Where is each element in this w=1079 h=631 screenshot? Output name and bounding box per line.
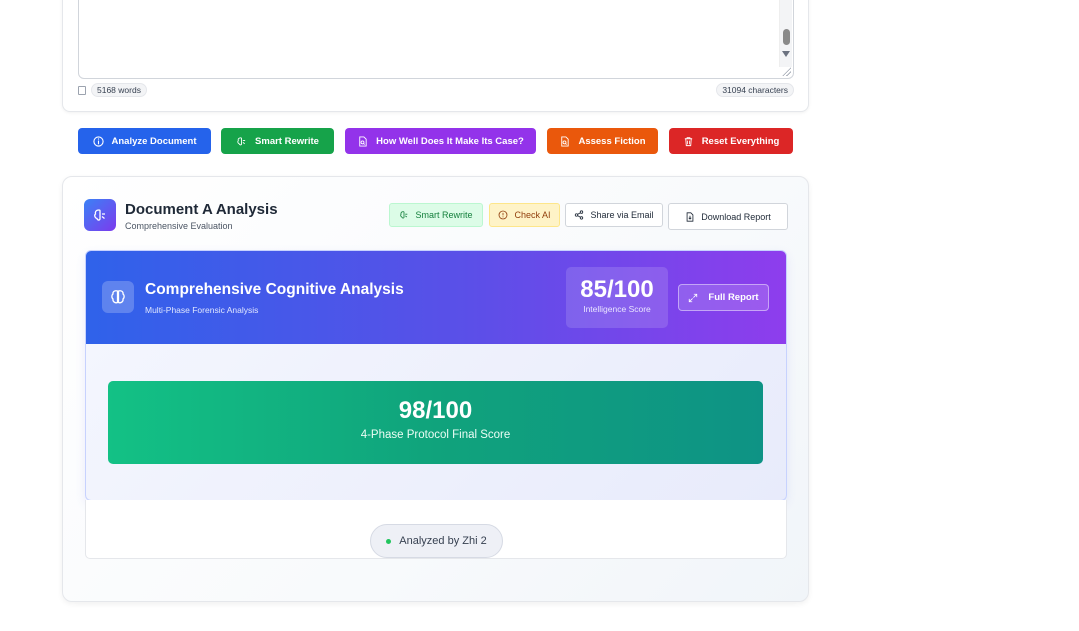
analyze-document-label: Analyze Document <box>111 135 197 147</box>
file-search-icon <box>359 135 367 147</box>
intelligence-score-label: Intelligence Score <box>583 304 651 314</box>
final-score-label: 4-Phase Protocol Final Score <box>360 429 511 441</box>
file-download-icon <box>686 211 694 222</box>
alert-circle-icon <box>499 210 508 220</box>
check-ai-button[interactable]: Check AI <box>489 203 560 227</box>
cognitive-analysis-banner: Comprehensive Cognitive Analysis Multi-P… <box>86 251 786 344</box>
brain-icon <box>102 281 134 313</box>
banner-title: Comprehensive Cognitive Analysis <box>145 281 404 298</box>
scroll-down-arrow-icon[interactable] <box>782 51 790 57</box>
header-smart-rewrite-label: Smart Rewrite <box>415 210 473 220</box>
word-count-badge: 5168 words <box>91 83 147 97</box>
info-icon <box>92 135 104 147</box>
check-ai-label: Check AI <box>514 210 551 220</box>
share-icon <box>575 210 584 220</box>
banner-subtitle: Multi-Phase Forensic Analysis <box>145 305 259 315</box>
header-smart-rewrite-button[interactable]: Smart Rewrite <box>389 203 483 227</box>
scrollbar-thumb[interactable] <box>783 29 790 45</box>
action-toolbar: Analyze Document Smart Rewrite How Well … <box>0 128 1079 154</box>
file-search-icon <box>561 135 570 147</box>
reset-everything-label: Reset Everything <box>701 135 780 147</box>
editor-footer: 5168 words 31094 characters <box>78 83 794 97</box>
final-score-value: 98/100 <box>398 397 473 424</box>
analyzed-by-label: Analyzed by Zhi 2 <box>399 535 487 547</box>
analyze-document-button[interactable]: Analyze Document <box>78 128 211 154</box>
character-count-badge: 31094 characters <box>716 83 794 97</box>
analyzed-by-badge: Analyzed by Zhi 2 <box>370 524 503 558</box>
cognitive-analysis-panel: Comprehensive Cognitive Analysis Multi-P… <box>85 250 787 501</box>
document-editor-card: 5168 words 31094 characters <box>62 0 809 112</box>
make-its-case-label: How Well Does It Make Its Case? <box>376 135 524 147</box>
analysis-title: Document A Analysis <box>125 201 278 218</box>
intelligence-score-box: 85/100 Intelligence Score <box>566 267 668 328</box>
download-report-button[interactable]: Download Report <box>668 203 788 230</box>
full-report-button[interactable]: Full Report <box>678 284 769 311</box>
intelligence-score-value: 85/100 <box>580 276 654 303</box>
final-score-card: 98/100 4-Phase Protocol Final Score <box>108 381 763 464</box>
assess-fiction-button[interactable]: Assess Fiction <box>547 128 658 154</box>
textarea-scrollbar[interactable] <box>779 0 792 67</box>
full-report-label: Full Report <box>708 292 759 303</box>
brain-icon <box>84 199 116 231</box>
brain-icon <box>237 136 246 145</box>
trash-icon <box>684 136 692 146</box>
document-analysis-card: Document A Analysis Comprehensive Evalua… <box>62 176 809 602</box>
brain-icon <box>400 211 408 219</box>
share-via-email-button[interactable]: Share via Email <box>565 203 663 227</box>
smart-rewrite-button[interactable]: Smart Rewrite <box>221 128 334 154</box>
assess-fiction-label: Assess Fiction <box>578 135 646 147</box>
resize-handle-icon[interactable] <box>781 66 791 76</box>
analysis-footer: Analyzed by Zhi 2 <box>85 500 787 559</box>
status-dot-icon <box>386 538 392 544</box>
document-icon <box>78 85 86 95</box>
share-via-email-label: Share via Email <box>590 210 654 220</box>
download-report-label: Download Report <box>701 211 771 222</box>
analysis-subtitle: Comprehensive Evaluation <box>125 221 233 231</box>
reset-everything-button[interactable]: Reset Everything <box>669 128 793 154</box>
make-its-case-button[interactable]: How Well Does It Make Its Case? <box>345 128 536 154</box>
smart-rewrite-label: Smart Rewrite <box>255 135 319 147</box>
expand-icon <box>689 293 698 302</box>
document-textarea[interactable] <box>78 0 794 79</box>
